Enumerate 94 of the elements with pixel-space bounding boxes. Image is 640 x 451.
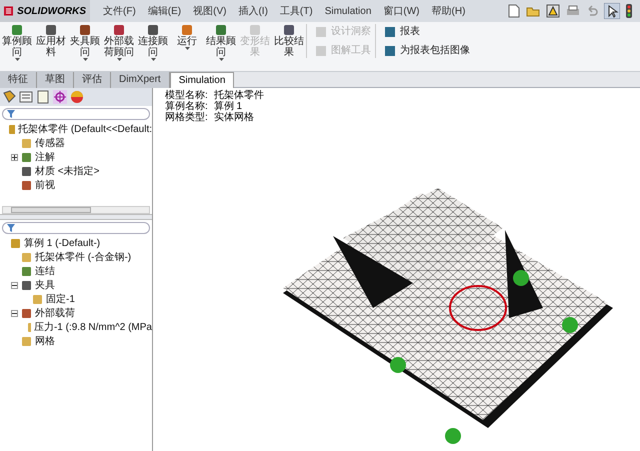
logo-icon: [4, 4, 14, 18]
caret-icon: [116, 58, 122, 61]
report-icon: [315, 44, 327, 56]
ribbon-button[interactable]: 外部载荷顾问: [102, 24, 136, 61]
ribbon-button[interactable]: 算例顾问: [0, 24, 34, 61]
tree-node-icon: [21, 166, 32, 176]
tree-item[interactable]: 固定-1: [46, 292, 75, 306]
folder-icon[interactable]: [526, 5, 540, 17]
menu-item[interactable]: 文件(F): [98, 4, 141, 18]
tree-item[interactable]: 传感器: [35, 136, 65, 150]
crosshair-icon[interactable]: [53, 90, 67, 104]
tree-item[interactable]: 托架体零件 (-合金钢-): [35, 250, 132, 264]
tree-item[interactable]: 托架体零件 (Default<<Default:: [18, 122, 152, 136]
tree-node-icon: [32, 294, 43, 304]
tool-icon: [11, 24, 23, 36]
ribbon-button[interactable]: 报表: [384, 24, 470, 39]
horizontal-scrollbar[interactable]: [2, 206, 150, 214]
menu-item[interactable]: 视图(V): [188, 4, 232, 18]
info-value: 托架体零件: [214, 90, 264, 101]
tab[interactable]: 评估: [74, 72, 111, 88]
tree-item[interactable]: 前视: [35, 178, 55, 192]
report-icon: [384, 44, 396, 56]
ribbon-button[interactable]: 结果顾问: [204, 24, 238, 61]
tree-item[interactable]: 算例 1 (-Default-): [24, 236, 100, 250]
caret-icon: [184, 47, 190, 50]
caret-icon: [218, 58, 224, 61]
filter-icon: [7, 224, 15, 232]
tree-item[interactable]: 材质 <未指定>: [35, 164, 100, 178]
menu-item[interactable]: 插入(I): [233, 4, 273, 18]
app-name: SOLIDWORKS: [17, 4, 86, 18]
caret-icon: [82, 58, 88, 61]
tree-node-icon: [21, 180, 32, 190]
tool-icon: [79, 24, 91, 36]
tree-node-icon: [10, 238, 21, 248]
expand-icon[interactable]: [11, 154, 18, 160]
tree-node-icon: [21, 152, 32, 162]
menu-item[interactable]: 编辑(E): [142, 4, 186, 18]
tool-icon: [147, 24, 159, 36]
tree-item[interactable]: 网格: [35, 334, 55, 348]
ribbon-button[interactable]: 运行: [170, 24, 204, 50]
collapse-icon[interactable]: [11, 310, 18, 316]
tab[interactable]: 特征: [0, 72, 37, 88]
new-document-icon[interactable]: [508, 4, 520, 18]
menu-item[interactable]: Simulation: [320, 4, 376, 18]
cursor-icon[interactable]: [604, 3, 620, 19]
info-label: 算例名称:: [165, 101, 208, 112]
filter-field[interactable]: [2, 222, 150, 234]
printer-icon[interactable]: [566, 5, 580, 17]
tool-icon: [283, 24, 295, 36]
ribbon-button[interactable]: 应用材料: [34, 24, 68, 58]
tree-item[interactable]: 外部载荷: [35, 306, 75, 320]
report-icon: [384, 26, 396, 38]
tool-icon: [181, 24, 193, 36]
menu-item[interactable]: 窗口(W): [378, 4, 425, 18]
ribbon-button[interactable]: 连接顾问: [136, 24, 170, 61]
filter-icon: [7, 110, 15, 118]
tree-node-icon: [21, 308, 32, 318]
menu-item[interactable]: 帮助(H): [426, 4, 470, 18]
warning-icon[interactable]: [546, 4, 560, 18]
tree-node-icon: [21, 266, 32, 276]
tree-item[interactable]: 注解: [35, 150, 55, 164]
info-value: 算例 1: [214, 101, 242, 112]
ribbon-button[interactable]: 夹具顾问: [68, 24, 102, 61]
tree-item[interactable]: 夹具: [35, 278, 55, 292]
tree-node-icon: [27, 322, 31, 332]
info-value: 实体网格: [214, 112, 254, 123]
ribbon-button[interactable]: 比较结果: [272, 24, 306, 58]
menu-item[interactable]: 工具(T): [274, 4, 318, 18]
tree-node-icon: [21, 138, 32, 148]
configuration-icon[interactable]: [36, 90, 50, 104]
tree-node-icon: [8, 124, 16, 134]
property-manager-icon[interactable]: [19, 90, 33, 104]
tree-node-icon: [21, 336, 32, 346]
tree-node-icon: [21, 280, 32, 290]
collapse-icon[interactable]: [11, 282, 18, 288]
caret-icon: [14, 58, 20, 61]
info-label: 网格类型:: [165, 112, 208, 123]
tool-icon: [215, 24, 227, 36]
tab[interactable]: DimXpert: [111, 72, 170, 88]
report-icon: [315, 26, 327, 38]
tool-icon: [113, 24, 125, 36]
tree-item[interactable]: 连结: [35, 264, 55, 278]
info-label: 模型名称:: [165, 90, 208, 101]
traffic-light-icon[interactable]: [626, 4, 632, 18]
tree-item[interactable]: 压力-1 (:9.8 N/mm^2 (MPa: [34, 320, 152, 334]
filter-field[interactable]: [2, 108, 150, 120]
appearance-icon[interactable]: [70, 90, 84, 104]
caret-icon: [150, 58, 156, 61]
ribbon-button[interactable]: 为报表包括图像: [384, 43, 470, 58]
tab[interactable]: 草图: [37, 72, 74, 88]
tool-icon: [45, 24, 57, 36]
feature-manager-icon[interactable]: [2, 90, 16, 104]
tab[interactable]: Simulation: [170, 72, 234, 88]
tree-node-icon: [21, 252, 32, 262]
